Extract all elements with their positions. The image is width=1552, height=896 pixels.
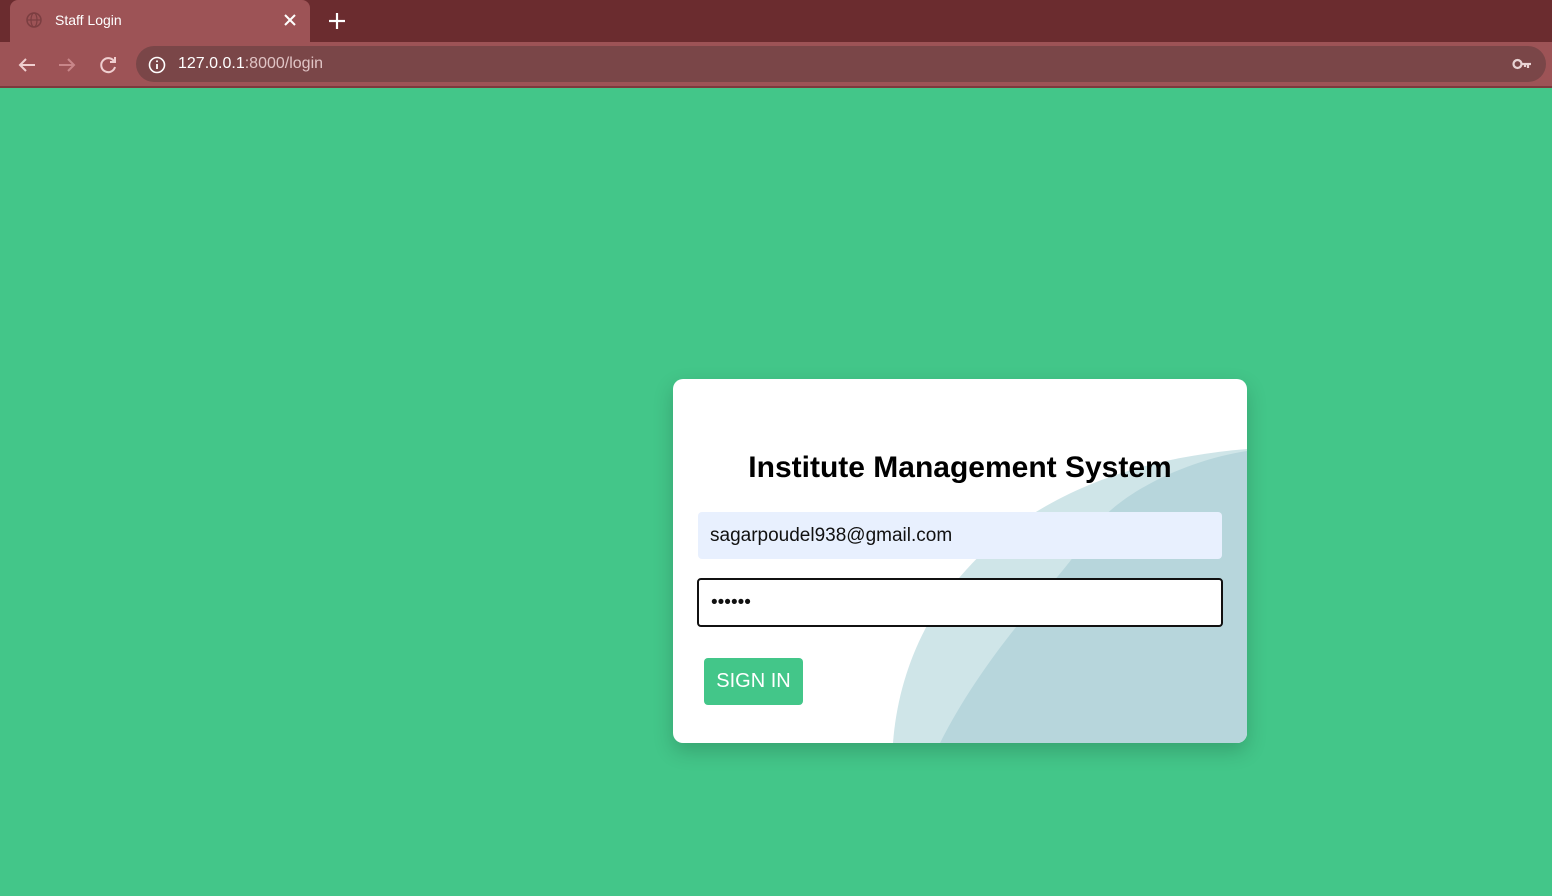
- globe-icon: [26, 12, 42, 28]
- reload-icon[interactable]: [96, 53, 120, 77]
- browser-tab[interactable]: Staff Login: [10, 0, 310, 42]
- url-path: :8000/login: [244, 55, 324, 72]
- page-title: Institute Management System: [748, 451, 1172, 484]
- tab-title: Staff Login: [55, 12, 122, 28]
- close-icon[interactable]: [280, 10, 300, 30]
- info-icon[interactable]: [148, 56, 166, 74]
- login-card: Institute Management System SIGN IN: [673, 379, 1247, 743]
- sign-in-button[interactable]: SIGN IN: [704, 658, 803, 705]
- address-bar[interactable]: 127.0.0.1:8000/login: [136, 46, 1546, 82]
- browser-tab-strip: Staff Login: [0, 0, 1552, 42]
- url-text: 127.0.0.1:8000/login: [178, 55, 323, 73]
- key-icon[interactable]: [1512, 56, 1532, 72]
- plus-icon[interactable]: [326, 10, 348, 32]
- arrow-right-icon[interactable]: [55, 53, 79, 77]
- email-field[interactable]: [698, 512, 1222, 559]
- url-host: 127.0.0.1: [178, 55, 245, 72]
- arrow-left-icon[interactable]: [15, 53, 39, 77]
- browser-toolbar: 127.0.0.1:8000/login: [0, 42, 1552, 88]
- password-field[interactable]: [697, 578, 1223, 627]
